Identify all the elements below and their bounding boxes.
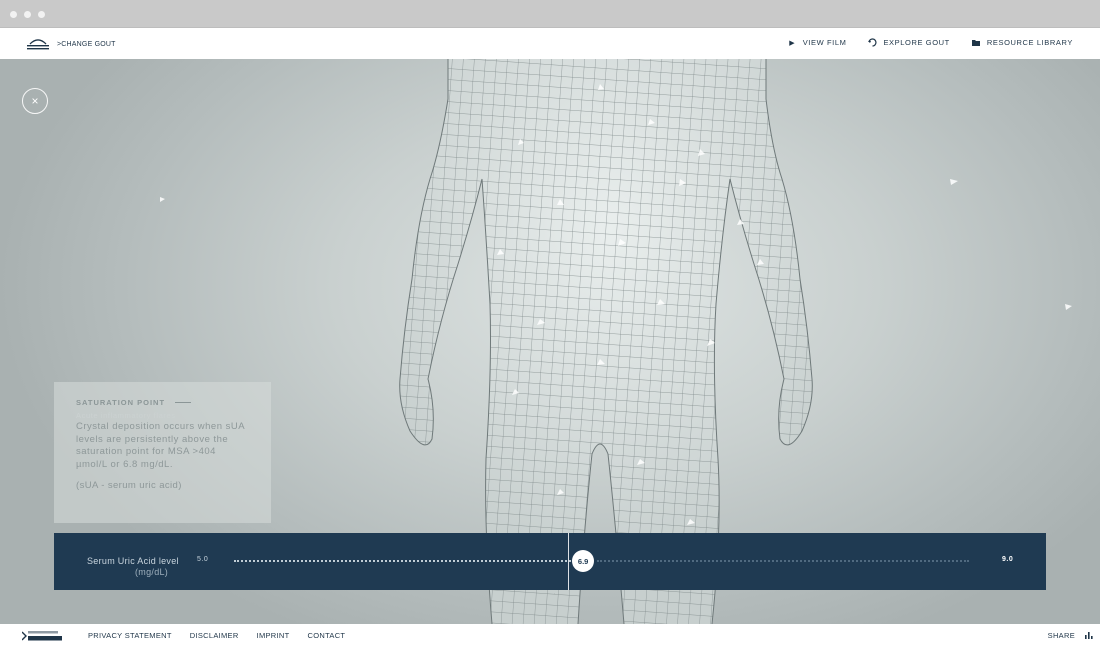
slider-min-label: 5.0 xyxy=(197,556,209,563)
visual-stage: × SATURATION POINT Acute inflammatory fl… xyxy=(0,59,1100,624)
bar-chart-icon[interactable] xyxy=(1085,631,1093,639)
close-button[interactable]: × xyxy=(22,88,48,114)
slider-track-empty xyxy=(597,560,969,562)
info-ghost-text: Acute inflammatory flares xyxy=(76,411,176,420)
footer-link-disclaimer[interactable]: DISCLAIMER xyxy=(190,631,239,640)
window-close-dot[interactable] xyxy=(10,11,17,18)
footer-link-imprint[interactable]: IMPRINT xyxy=(257,631,290,640)
folder-icon xyxy=(972,38,981,47)
browser-titlebar xyxy=(0,0,1100,28)
main-nav: ▶ VIEW FILM EXPLORE GOUT RESOURCE LIBRAR… xyxy=(788,38,1073,47)
brand-logo[interactable]: >CHANGE GOUT xyxy=(25,36,116,52)
play-icon: ▶ xyxy=(789,39,796,47)
footer-link-contact[interactable]: CONTACT xyxy=(308,631,346,640)
info-title: SATURATION POINT xyxy=(76,398,249,407)
info-panel: SATURATION POINT Acute inflammatory flar… xyxy=(54,382,271,523)
footer-link-privacy[interactable]: PRIVACY STATEMENT xyxy=(88,631,172,640)
close-icon: × xyxy=(31,94,39,108)
nav-explore-gout[interactable]: EXPLORE GOUT xyxy=(868,38,949,47)
slider-label: Serum Uric Acid level xyxy=(87,556,179,566)
slider-handle[interactable]: 6.9 xyxy=(572,550,595,572)
slider-value: 6.9 xyxy=(577,556,589,566)
top-navigation: >CHANGE GOUT ▶ VIEW FILM EXPLORE GOUT RE… xyxy=(0,28,1100,59)
nav-resource-library[interactable]: RESOURCE LIBRARY xyxy=(972,38,1073,47)
footer-links: PRIVACY STATEMENT DISCLAIMER IMPRINT CON… xyxy=(88,631,345,640)
info-title-text: SATURATION POINT xyxy=(76,398,166,407)
slider-track[interactable] xyxy=(234,560,969,562)
uric-acid-slider-panel: Serum Uric Acid level (mg/dL) 5.0 6.9 9.… xyxy=(54,533,1046,590)
slider-max-label: 9.0 xyxy=(1002,556,1014,563)
slider-track-filled xyxy=(234,560,572,562)
slider-unit: (mg/dL) xyxy=(135,567,169,577)
grunenthal-logo-icon xyxy=(27,39,49,50)
share-button[interactable]: SHARE xyxy=(1048,631,1075,640)
slider-value-marker xyxy=(568,533,570,590)
caring-for-change-logo-icon[interactable] xyxy=(22,630,64,642)
explore-icon xyxy=(868,38,877,47)
nav-label: RESOURCE LIBRARY xyxy=(986,38,1073,47)
nav-label: EXPLORE GOUT xyxy=(883,38,950,47)
nav-view-film[interactable]: ▶ VIEW FILM xyxy=(788,38,847,47)
brand-text: >CHANGE GOUT xyxy=(57,40,116,48)
info-body: Crystal deposition occurs when sUA level… xyxy=(76,421,245,470)
window-minimize-dot[interactable] xyxy=(24,11,31,18)
title-divider xyxy=(175,402,192,403)
window-maximize-dot[interactable] xyxy=(38,11,45,18)
page-footer: PRIVACY STATEMENT DISCLAIMER IMPRINT CON… xyxy=(0,624,1100,646)
info-note: (sUA - serum uric acid) xyxy=(76,480,182,491)
nav-label: VIEW FILM xyxy=(802,38,847,47)
